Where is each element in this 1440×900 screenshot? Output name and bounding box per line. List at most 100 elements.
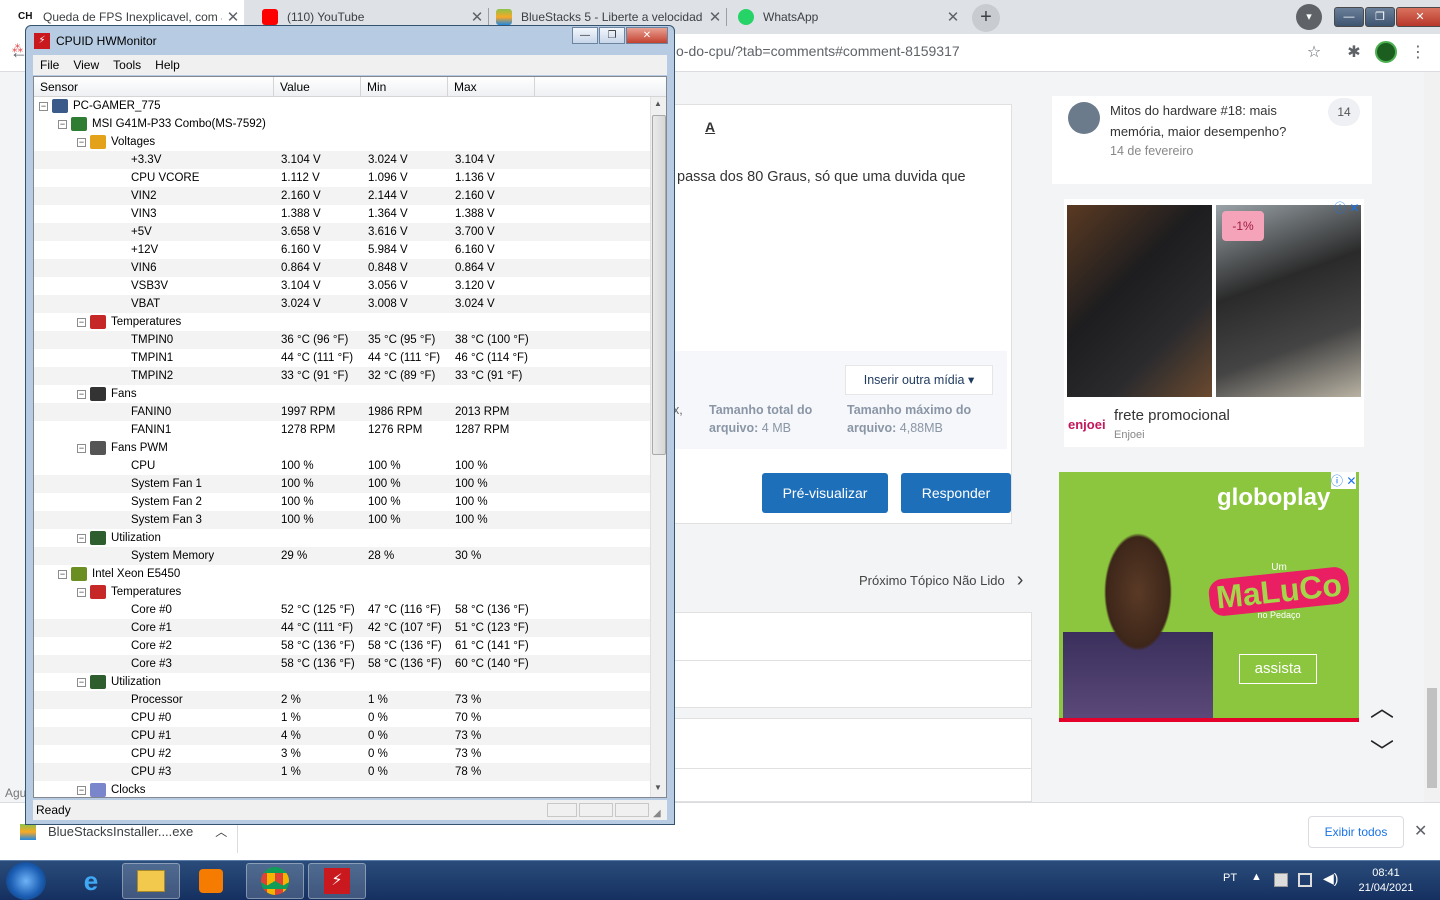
- tree-node-row[interactable]: − Fans PWM: [34, 439, 650, 457]
- sensor-row[interactable]: System Fan 1 100 % 100 % 100 %: [34, 475, 650, 493]
- collapse-toggle-icon[interactable]: −: [77, 137, 86, 147]
- collapse-toggle-icon[interactable]: −: [77, 677, 86, 687]
- start-button[interactable]: [6, 862, 46, 900]
- collapse-toggle-icon[interactable]: −: [39, 101, 48, 111]
- sensor-row[interactable]: CPU 100 % 100 % 100 %: [34, 457, 650, 475]
- collapse-toggle-icon[interactable]: −: [58, 119, 67, 129]
- extensions-puzzle-icon[interactable]: ✱: [1342, 41, 1366, 65]
- sensor-row[interactable]: TMPIN0 36 °C (96 °F) 35 °C (95 °F) 38 °C (1…: [34, 331, 650, 349]
- scroll-down-arrow-icon[interactable]: ▼: [654, 783, 662, 792]
- download-item[interactable]: BlueStacksInstaller....exe ︿: [20, 823, 227, 840]
- hwmonitor-icon[interactable]: ⚡: [308, 863, 366, 899]
- sensor-row[interactable]: VIN2 2.160 V 2.144 V 2.160 V: [34, 187, 650, 205]
- tree-node-row[interactable]: − Intel Xeon E5450: [34, 565, 650, 583]
- tray-app-icon[interactable]: [1274, 873, 1288, 887]
- chrome-icon[interactable]: [246, 863, 304, 899]
- preview-button[interactable]: Pré-visualizar: [762, 473, 888, 513]
- scroll-down-icon[interactable]: ﹀: [1370, 732, 1394, 767]
- resize-grip-icon[interactable]: ◢: [653, 804, 661, 824]
- sensor-row[interactable]: VIN6 0.864 V 0.848 V 0.864 V: [34, 259, 650, 277]
- hwmonitor-titlebar[interactable]: ⚡ CPUID HWMonitor: [34, 31, 664, 51]
- sensor-row[interactable]: CPU #0 1 % 0 % 70 %: [34, 709, 650, 727]
- ad-close-icon[interactable]: ⓘ ✕: [1331, 472, 1357, 489]
- apps-grid-icon[interactable]: ⁂: [12, 42, 23, 55]
- sensor-row[interactable]: System Memory 29 % 28 % 30 %: [34, 547, 650, 565]
- show-all-downloads-button[interactable]: Exibir todos: [1308, 816, 1404, 848]
- close-button[interactable]: ✕: [626, 27, 668, 44]
- sensor-row[interactable]: CPU VCORE 1.112 V 1.096 V 1.136 V: [34, 169, 650, 187]
- volume-icon[interactable]: ◀): [1323, 870, 1338, 887]
- minimize-button[interactable]: —: [1334, 7, 1364, 27]
- language-indicator[interactable]: PT: [1223, 872, 1237, 884]
- address-bar[interactable]: o-do-cpu/?tab=comments#comment-8159317: [676, 43, 960, 59]
- sensor-row[interactable]: System Fan 2 100 % 100 % 100 %: [34, 493, 650, 511]
- file-explorer-icon[interactable]: [122, 863, 180, 899]
- column-max[interactable]: Max: [448, 77, 535, 97]
- insert-media-button[interactable]: Inserir outra mídia ▾: [845, 365, 993, 395]
- menu-help[interactable]: Help: [148, 58, 187, 72]
- scroll-up-arrow-icon[interactable]: ▲: [654, 99, 662, 108]
- sensor-row[interactable]: VIN3 1.388 V 1.364 V 1.388 V: [34, 205, 650, 223]
- tree-node-row[interactable]: − PC-GAMER_775: [34, 97, 650, 115]
- page-scrollbar[interactable]: [1424, 72, 1440, 802]
- reply-button[interactable]: Responder: [901, 473, 1011, 513]
- collapse-toggle-icon[interactable]: −: [77, 785, 86, 795]
- globoplay-ad[interactable]: globoplay Um MaLuCo no Pedaço assista ⓘ …: [1059, 472, 1359, 722]
- maximize-button[interactable]: ❐: [599, 27, 625, 44]
- maximize-button[interactable]: ❐: [1365, 7, 1395, 27]
- sensor-row[interactable]: +5V 3.658 V 3.616 V 3.700 V: [34, 223, 650, 241]
- sensor-row[interactable]: +3.3V 3.104 V 3.024 V 3.104 V: [34, 151, 650, 169]
- sensor-row[interactable]: CPU #2 3 % 0 % 73 %: [34, 745, 650, 763]
- sensor-tree-view[interactable]: Sensor Value Min Max − PC-GAMER_775 − MSI G…: [33, 76, 667, 798]
- sensor-row[interactable]: TMPIN1 44 °C (111 °F) 44 °C (111 °F) 46 °C …: [34, 349, 650, 367]
- scroll-up-icon[interactable]: ︿: [1370, 688, 1394, 723]
- collapse-toggle-icon[interactable]: −: [77, 587, 86, 597]
- sensor-row[interactable]: CPU #3 1 % 0 % 78 %: [34, 763, 650, 781]
- menu-file[interactable]: File: [33, 58, 66, 72]
- show-hidden-icons[interactable]: ▲: [1251, 871, 1262, 883]
- sensor-row[interactable]: System Fan 3 100 % 100 % 100 %: [34, 511, 650, 529]
- sensor-scrollbar-thumb[interactable]: [652, 115, 666, 455]
- tab-search-icon[interactable]: ▾: [1296, 4, 1322, 30]
- sensor-row[interactable]: FANIN0 1997 RPM 1986 RPM 2013 RPM: [34, 403, 650, 421]
- sensor-row[interactable]: Core #3 58 °C (136 °F) 58 °C (136 °F) 60 °C…: [34, 655, 650, 673]
- sensor-row[interactable]: VSB3V 3.104 V 3.056 V 3.120 V: [34, 277, 650, 295]
- font-color-icon[interactable]: A: [705, 119, 715, 135]
- sensor-scrollbar[interactable]: ▲ ▼: [650, 97, 666, 797]
- minimize-button[interactable]: —: [572, 27, 598, 44]
- tree-node-row[interactable]: − Utilization: [34, 673, 650, 691]
- sensor-row[interactable]: VBAT 3.024 V 3.008 V 3.024 V: [34, 295, 650, 313]
- menu-view[interactable]: View: [66, 58, 106, 72]
- bookmark-star-icon[interactable]: ☆: [1302, 41, 1326, 65]
- column-sensor[interactable]: Sensor: [34, 77, 274, 97]
- internet-explorer-icon[interactable]: e: [62, 863, 120, 899]
- enjoei-ad[interactable]: -1% ⓘ ✕ enjoei frete promocional Enjoei: [1064, 199, 1364, 447]
- sidebar-topic-card[interactable]: Mitos do hardware #18: mais memória, mai…: [1052, 96, 1372, 184]
- page-scrollbar-thumb[interactable]: [1427, 688, 1437, 788]
- new-tab-button[interactable]: +: [972, 4, 1000, 32]
- editor-text[interactable]: passa dos 80 Graus, só que uma duvida qu…: [677, 169, 966, 185]
- collapse-toggle-icon[interactable]: −: [58, 569, 67, 579]
- menu-kebab-icon[interactable]: ⋮: [1406, 41, 1430, 65]
- next-unread-topic-link[interactable]: Próximo Tópico Não Lido ›: [859, 569, 1023, 592]
- sensor-row[interactable]: +12V 6.160 V 5.984 V 6.160 V: [34, 241, 650, 259]
- close-download-bar-icon[interactable]: ✕: [1414, 821, 1427, 841]
- tab-close-icon[interactable]: ✕: [942, 8, 964, 26]
- sensor-row[interactable]: FANIN1 1278 RPM 1276 RPM 1287 RPM: [34, 421, 650, 439]
- tree-node-row[interactable]: − Temperatures: [34, 583, 650, 601]
- profile-avatar[interactable]: [1374, 41, 1398, 65]
- system-clock[interactable]: 08:41 21/04/2021: [1346, 866, 1426, 896]
- assista-button[interactable]: assista: [1239, 654, 1317, 684]
- sensor-row[interactable]: Core #1 44 °C (111 °F) 42 °C (107 °F) 51 °C…: [34, 619, 650, 637]
- tree-node-row[interactable]: − Fans: [34, 385, 650, 403]
- tree-node-row[interactable]: − MSI G41M-P33 Combo(MS-7592): [34, 115, 650, 133]
- tree-node-row[interactable]: − Utilization: [34, 529, 650, 547]
- sensor-row[interactable]: Processor 2 % 1 % 73 %: [34, 691, 650, 709]
- sensor-row[interactable]: Core #2 58 °C (136 °F) 58 °C (136 °F) 61 °C…: [34, 637, 650, 655]
- ad-info-icon[interactable]: ⓘ ✕: [1334, 199, 1359, 216]
- tree-node-row[interactable]: − Voltages: [34, 133, 650, 151]
- sensor-row[interactable]: CPU #1 4 % 0 % 73 %: [34, 727, 650, 745]
- tab-whatsapp[interactable]: WhatsApp ✕: [720, 0, 964, 34]
- collapse-toggle-icon[interactable]: −: [77, 317, 86, 327]
- sensor-row[interactable]: Core #0 52 °C (125 °F) 47 °C (116 °F) 58 °C…: [34, 601, 650, 619]
